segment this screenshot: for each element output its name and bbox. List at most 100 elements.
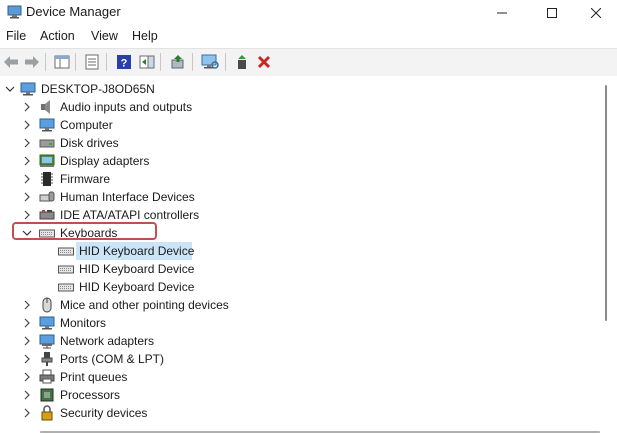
tree-child-label: HID Keyboard Device bbox=[79, 262, 195, 276]
chevron-right-icon[interactable] bbox=[21, 155, 33, 167]
menu-view[interactable]: View bbox=[89, 29, 120, 43]
chevron-right-icon[interactable] bbox=[21, 407, 33, 419]
update-driver-button[interactable] bbox=[168, 53, 188, 71]
monitor-icon bbox=[39, 118, 55, 132]
help-button[interactable]: ? bbox=[114, 53, 134, 71]
menu-action[interactable]: Action bbox=[38, 29, 77, 43]
properties-button[interactable] bbox=[82, 53, 102, 71]
title-bar: Device Manager bbox=[0, 0, 617, 26]
device-tree[interactable]: DESKTOP-J8OD65N Audio inputs and outputs… bbox=[0, 76, 604, 434]
chip-icon bbox=[41, 172, 53, 186]
tree-item-firmware[interactable]: Firmware bbox=[0, 170, 600, 188]
tree-item-mice[interactable]: Mice and other pointing devices bbox=[0, 296, 600, 314]
tree-item-label: Processors bbox=[60, 388, 121, 402]
tree-item-disk-drives[interactable]: Disk drives bbox=[0, 134, 600, 152]
scan-hardware-button[interactable] bbox=[200, 53, 220, 71]
forward-arrow-icon bbox=[25, 56, 39, 68]
chevron-right-icon[interactable] bbox=[21, 137, 33, 149]
hid-icon bbox=[39, 191, 55, 202]
toolbar: ? bbox=[0, 48, 617, 77]
tree-item-processors[interactable]: Processors bbox=[0, 386, 600, 404]
tree-item-label: Display adapters bbox=[60, 154, 150, 168]
show-hide-console-tree-button[interactable] bbox=[52, 53, 72, 71]
tree-item-label: Ports (COM & LPT) bbox=[60, 352, 165, 366]
help-icon: ? bbox=[117, 55, 131, 70]
tree-item-audio[interactable]: Audio inputs and outputs bbox=[0, 98, 600, 116]
close-icon bbox=[591, 8, 601, 18]
tree-item-label: IDE ATA/ATAPI controllers bbox=[60, 208, 200, 222]
show-action-pane-button[interactable] bbox=[137, 53, 157, 71]
port-icon bbox=[41, 352, 53, 366]
maximize-button[interactable] bbox=[529, 0, 575, 26]
toolbar-separator bbox=[225, 53, 226, 71]
chevron-down-icon[interactable] bbox=[4, 83, 16, 95]
tree-item-label: Mice and other pointing devices bbox=[60, 298, 229, 312]
tree-item-label: Monitors bbox=[60, 316, 107, 330]
chevron-right-icon[interactable] bbox=[21, 209, 33, 221]
window-title: Device Manager bbox=[26, 4, 121, 19]
chevron-right-icon[interactable] bbox=[21, 389, 33, 401]
tree-child-hid-keyboard[interactable]: HID Keyboard Device bbox=[0, 242, 600, 260]
chevron-right-icon[interactable] bbox=[21, 335, 33, 347]
tree-child-hid-keyboard[interactable]: HID Keyboard Device bbox=[0, 260, 600, 278]
chevron-right-icon[interactable] bbox=[21, 119, 33, 131]
tree-item-ports[interactable]: Ports (COM & LPT) bbox=[0, 350, 600, 368]
keyboard-icon bbox=[58, 265, 74, 274]
tree-item-security-devices[interactable]: Security devices bbox=[0, 404, 600, 422]
enable-device-button[interactable] bbox=[232, 53, 252, 71]
uninstall-device-button[interactable] bbox=[254, 53, 274, 71]
tree-item-label: Human Interface Devices bbox=[60, 190, 195, 204]
horizontal-scroll-thumb[interactable] bbox=[40, 431, 600, 433]
tree-root[interactable]: DESKTOP-J8OD65N bbox=[0, 80, 600, 98]
toolbar-separator bbox=[75, 53, 76, 71]
tree-item-label: Computer bbox=[60, 118, 113, 132]
chevron-right-icon[interactable] bbox=[21, 299, 33, 311]
uninstall-device-icon bbox=[257, 55, 271, 69]
forward-button[interactable] bbox=[22, 53, 42, 71]
tree-item-network-adapters[interactable]: Network adapters bbox=[0, 332, 600, 350]
mouse-icon bbox=[42, 297, 52, 313]
speaker-icon bbox=[41, 100, 50, 114]
tree-item-label: Disk drives bbox=[60, 136, 119, 150]
back-button[interactable] bbox=[1, 53, 21, 71]
tree-child-hid-keyboard[interactable]: HID Keyboard Device bbox=[0, 278, 600, 296]
chevron-right-icon[interactable] bbox=[21, 317, 33, 329]
toolbar-separator bbox=[106, 53, 107, 71]
computer-icon bbox=[20, 82, 36, 96]
tree-item-print-queues[interactable]: Print queues bbox=[0, 368, 600, 386]
chevron-right-icon[interactable] bbox=[21, 191, 33, 203]
toolbar-separator bbox=[45, 53, 46, 71]
chevron-right-icon[interactable] bbox=[21, 353, 33, 365]
annotation-highlight-box bbox=[12, 222, 157, 240]
menu-bar: File Action View Help bbox=[0, 26, 617, 48]
processor-icon bbox=[40, 388, 54, 402]
back-arrow-icon bbox=[4, 56, 18, 68]
chevron-right-icon[interactable] bbox=[21, 101, 33, 113]
close-button[interactable] bbox=[573, 0, 617, 26]
enable-device-icon bbox=[238, 55, 246, 69]
tree-item-label: Firmware bbox=[60, 172, 110, 186]
properties-sheet-icon bbox=[85, 54, 99, 70]
vertical-scroll-thumb[interactable] bbox=[605, 85, 607, 321]
monitor-icon bbox=[39, 316, 55, 330]
toolbar-separator bbox=[192, 53, 193, 71]
properties-pane-icon bbox=[54, 55, 70, 69]
security-icon bbox=[41, 405, 53, 421]
minimize-button[interactable] bbox=[479, 0, 525, 26]
tree-item-display-adapters[interactable]: Display adapters bbox=[0, 152, 600, 170]
chevron-right-icon[interactable] bbox=[21, 371, 33, 383]
tree-item-human-interface-devices[interactable]: Human Interface Devices bbox=[0, 188, 600, 206]
tree-item-monitors[interactable]: Monitors bbox=[0, 314, 600, 332]
svg-text:?: ? bbox=[121, 58, 128, 70]
tree-item-label: Audio inputs and outputs bbox=[60, 100, 193, 114]
tree-item-label: Network adapters bbox=[60, 334, 155, 348]
device-manager-app-icon bbox=[7, 5, 22, 19]
toolbar-separator bbox=[160, 53, 161, 71]
tree-item-label: Security devices bbox=[60, 406, 148, 420]
menu-file[interactable]: File bbox=[4, 29, 28, 43]
keyboard-icon bbox=[58, 247, 74, 256]
menu-help[interactable]: Help bbox=[130, 29, 160, 43]
tree-item-computer[interactable]: Computer bbox=[0, 116, 600, 134]
chevron-right-icon[interactable] bbox=[21, 173, 33, 185]
tree-child-label: HID Keyboard Device bbox=[79, 280, 195, 294]
